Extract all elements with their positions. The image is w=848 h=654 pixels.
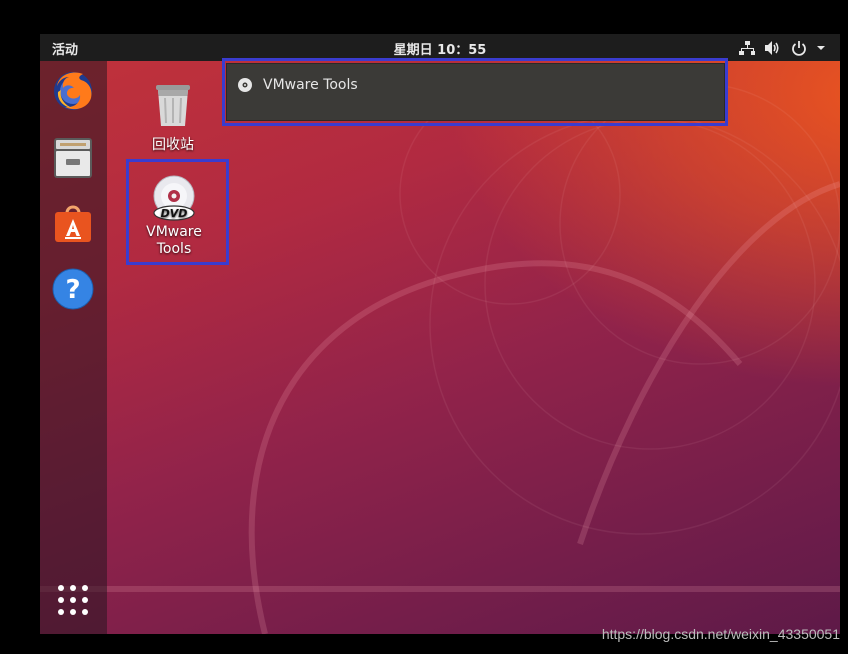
dock: ?: [40, 61, 107, 634]
svg-text:DVD: DVD: [161, 207, 188, 220]
desktop-screen: 活动 星期日 10：55 ? 回收站 DVD VMware Tools VMwa…: [40, 34, 840, 634]
vmware-tools-label-line1: VMware: [146, 224, 202, 240]
system-tray[interactable]: [739, 37, 826, 58]
dvd-icon: DVD: [153, 175, 195, 221]
firefox-icon[interactable]: [51, 68, 95, 112]
help-icon[interactable]: ?: [51, 267, 95, 311]
trash-icon: [156, 85, 190, 126]
top-bar: 活动 星期日 10：55: [40, 34, 840, 61]
disc-icon: [238, 78, 252, 92]
app-grid-icon[interactable]: [56, 583, 90, 617]
notification-banner[interactable]: VMware Tools: [226, 63, 725, 121]
vmware-tools-desktop-icon[interactable]: DVD VMware Tools: [126, 175, 222, 258]
vmware-tools-label-line2: Tools: [156, 241, 192, 257]
clock[interactable]: 星期日 10：55: [40, 39, 840, 58]
watermark: https://blog.csdn.net/weixin_43350051: [601, 626, 840, 642]
svg-text:?: ?: [65, 275, 80, 305]
power-icon[interactable]: [791, 40, 807, 56]
trash-desktop-icon[interactable]: 回收站: [125, 80, 221, 154]
software-center-icon[interactable]: [51, 201, 95, 245]
files-icon[interactable]: [51, 135, 95, 179]
network-icon[interactable]: [739, 40, 755, 56]
trash-label: 回收站: [152, 137, 194, 153]
menu-arrow-icon[interactable]: [816, 40, 826, 56]
volume-icon[interactable]: [764, 40, 782, 56]
notification-text: VMware Tools: [263, 77, 358, 93]
